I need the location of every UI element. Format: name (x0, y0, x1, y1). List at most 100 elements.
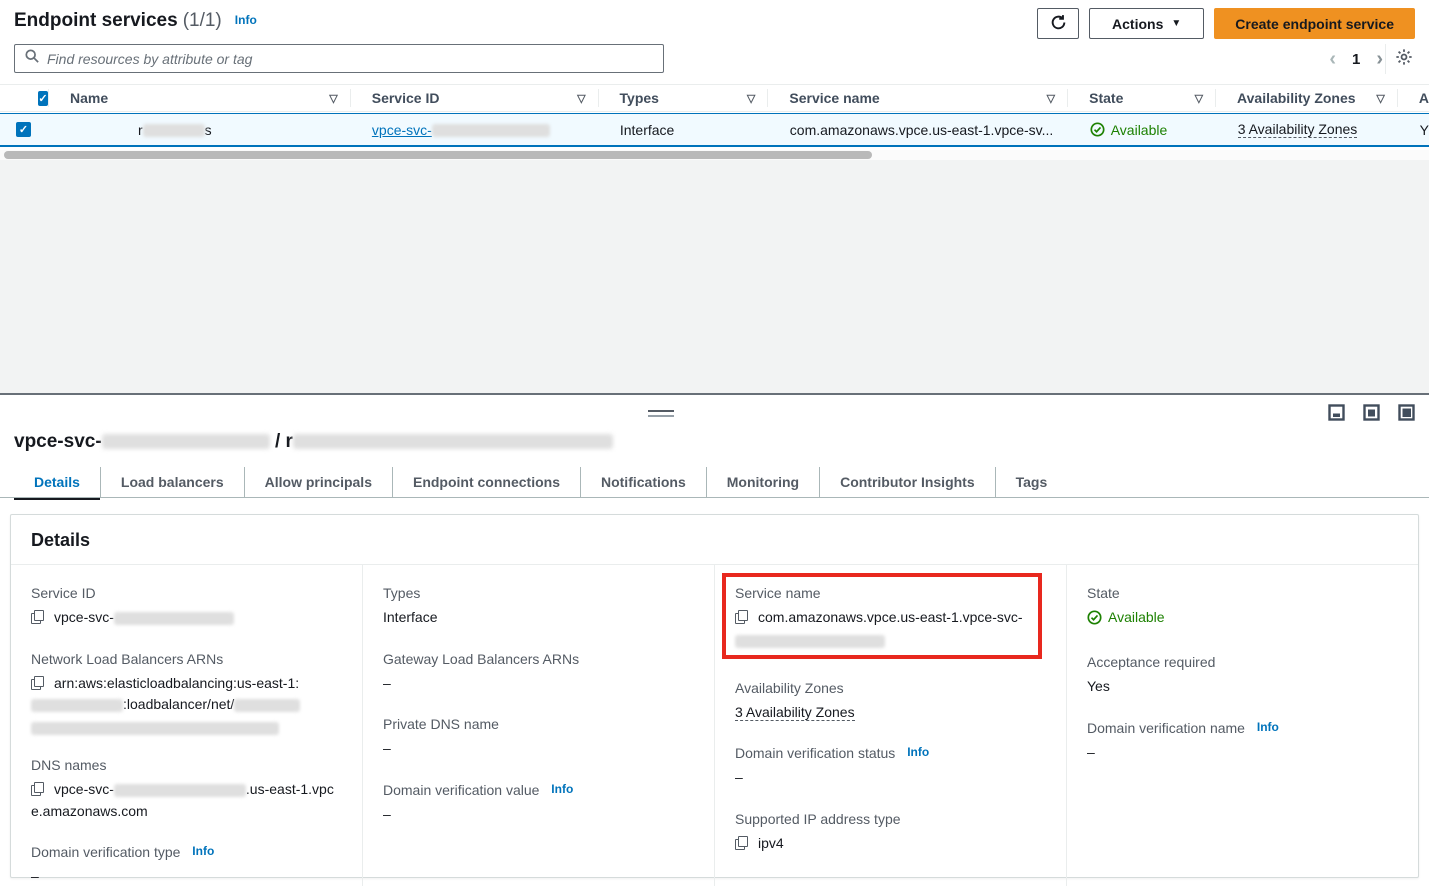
column-header-service-id: Service ID (372, 90, 440, 106)
field-label-supported-ip-type: Supported IP address type (735, 811, 1046, 827)
domain-verification-type-info-link[interactable]: Info (192, 844, 214, 858)
preferences-button[interactable] (1385, 44, 1421, 74)
field-label-domain-verification-type: Domain verification type (31, 844, 180, 860)
tab-endpoint-connections[interactable]: Endpoint connections (393, 467, 581, 497)
column-header-availability-zones: Availability Zones (1237, 90, 1356, 106)
nlb-arn-part1: arn:aws:elasticloadbalancing:us-east-1: (54, 675, 299, 691)
chevron-down-icon: ▼ (1171, 18, 1181, 29)
tab-tags[interactable]: Tags (996, 467, 1068, 497)
copy-icon[interactable] (31, 610, 44, 623)
search-input[interactable] (47, 51, 653, 67)
cell-types: Interface (598, 114, 768, 145)
column-header-service-name: Service name (789, 90, 879, 106)
prev-page-button[interactable]: ‹ (1329, 49, 1336, 69)
details-column-1: Service ID vpce-svc- Network Load Balanc… (11, 565, 362, 886)
field-label-service-name: Service name (735, 585, 1046, 601)
details-column-4: State Available Acceptance required Yes (1066, 565, 1418, 886)
filter-icon-service-id[interactable]: ▽ (577, 92, 585, 105)
table-header-row: Name ▽ Service ID ▽ Types ▽ Service name… (0, 84, 1429, 112)
panel-drag-handle[interactable] (648, 410, 674, 417)
domain-verification-name-info-link[interactable]: Info (1257, 720, 1279, 734)
field-label-private-dns-name: Private DNS name (383, 716, 694, 732)
tab-monitoring[interactable]: Monitoring (707, 467, 820, 497)
panel-size-medium-button[interactable] (1363, 404, 1380, 421)
row-service-name: com.amazonaws.vpce.us-east-1.vpce-sv... (790, 122, 1054, 138)
refresh-button[interactable] (1037, 8, 1079, 39)
types-value: Interface (383, 607, 694, 629)
copy-icon[interactable] (31, 676, 44, 689)
row-state: Available (1111, 122, 1168, 138)
field-label-domain-verification-status: Domain verification status (735, 745, 895, 761)
domain-verification-status-info-link[interactable]: Info (907, 745, 929, 759)
result-count: (1/1) (183, 10, 222, 31)
actions-button[interactable]: Actions ▼ (1089, 8, 1204, 39)
redacted-text (234, 699, 300, 712)
redacted-text (143, 124, 205, 137)
check-circle-icon (1087, 610, 1102, 625)
row-name-prefix: r (138, 122, 143, 138)
cell-name: rs (48, 114, 350, 145)
field-label-types: Types (383, 585, 694, 601)
filter-icon-name[interactable]: ▽ (329, 92, 337, 105)
state-value: Available (1108, 607, 1165, 629)
tab-notifications[interactable]: Notifications (581, 467, 707, 497)
availability-zones-detail-link[interactable]: 3 Availability Zones (735, 704, 855, 721)
domain-verification-value-info-link[interactable]: Info (551, 782, 573, 796)
table-row[interactable]: rs vpce-svc- Interface com.amazonaws.vpc… (0, 113, 1429, 147)
filter-icon-state[interactable]: ▽ (1195, 92, 1203, 105)
dns-name-prefix: vpce-svc- (54, 781, 114, 797)
field-label-state: State (1087, 585, 1398, 601)
page-title-text: Endpoint services (14, 10, 178, 31)
panel-size-large-button[interactable] (1398, 404, 1415, 421)
service-id-link[interactable]: vpce-svc- (372, 122, 550, 138)
domain-verification-value-value: – (383, 804, 694, 826)
redacted-text (114, 612, 234, 625)
redacted-text (31, 722, 279, 735)
service-name-value: com.amazonaws.vpce.us-east-1.vpce-svc- (758, 609, 1023, 625)
cell-state: Available (1068, 114, 1216, 145)
next-page-button[interactable]: › (1376, 49, 1383, 69)
availability-zones-popover-link[interactable]: 3 Availability Zones (1238, 121, 1358, 138)
page-title: Endpoint services (1/1) Info (14, 10, 257, 32)
panel-title-service-id-prefix: vpce-svc- (14, 431, 102, 452)
redacted-text (102, 434, 270, 449)
filter-icon-service-name[interactable]: ▽ (1047, 92, 1055, 105)
tabs-divider (0, 497, 1429, 498)
create-endpoint-service-button[interactable]: Create endpoint service (1214, 8, 1415, 39)
filter-icon-types[interactable]: ▽ (747, 92, 755, 105)
field-label-acceptance-required: Acceptance required (1087, 654, 1398, 670)
details-column-2: Types Interface Gateway Load Balancers A… (362, 565, 714, 886)
panel-tabs: Details Load balancers Allow principals … (14, 467, 1067, 497)
filter-icon-availability-zones[interactable]: ▽ (1376, 92, 1384, 105)
redacted-text (293, 434, 613, 449)
copy-icon[interactable] (31, 782, 44, 795)
row-checkbox[interactable] (16, 122, 31, 137)
resource-filter[interactable] (14, 44, 664, 73)
private-dns-name-value: – (383, 738, 694, 760)
panel-size-small-button[interactable] (1328, 404, 1345, 421)
column-header-types: Types (620, 90, 659, 106)
tab-contributor-insights[interactable]: Contributor Insights (820, 467, 996, 497)
detail-split-panel: vpce-svc- / r Details Load balancers All… (0, 393, 1429, 886)
copy-icon[interactable] (735, 610, 748, 623)
horizontal-scrollbar (0, 150, 1429, 160)
select-all-checkbox[interactable] (38, 91, 48, 106)
copy-icon[interactable] (735, 836, 748, 849)
field-label-dns-names: DNS names (31, 757, 342, 773)
field-label-domain-verification-value: Domain verification value (383, 782, 539, 798)
tab-load-balancers[interactable]: Load balancers (101, 467, 245, 497)
row-acceptance: Y (1420, 122, 1429, 138)
column-header-acceptance: A (1419, 90, 1429, 106)
service-id-value: vpce-svc- (54, 609, 114, 625)
tab-allow-principals[interactable]: Allow principals (245, 467, 393, 497)
panel-title-name-prefix: r (286, 431, 293, 452)
title-info-link[interactable]: Info (235, 13, 257, 27)
horizontal-scrollbar-thumb[interactable] (4, 151, 872, 159)
cell-availability-zones: 3 Availability Zones (1216, 114, 1398, 145)
search-icon (25, 49, 39, 68)
refresh-icon (1050, 14, 1067, 34)
gear-icon (1395, 48, 1413, 71)
nlb-arn-part2: :loadbalancer/net/ (123, 696, 234, 712)
tab-details[interactable]: Details (14, 467, 101, 497)
row-name-suffix: s (205, 122, 212, 138)
